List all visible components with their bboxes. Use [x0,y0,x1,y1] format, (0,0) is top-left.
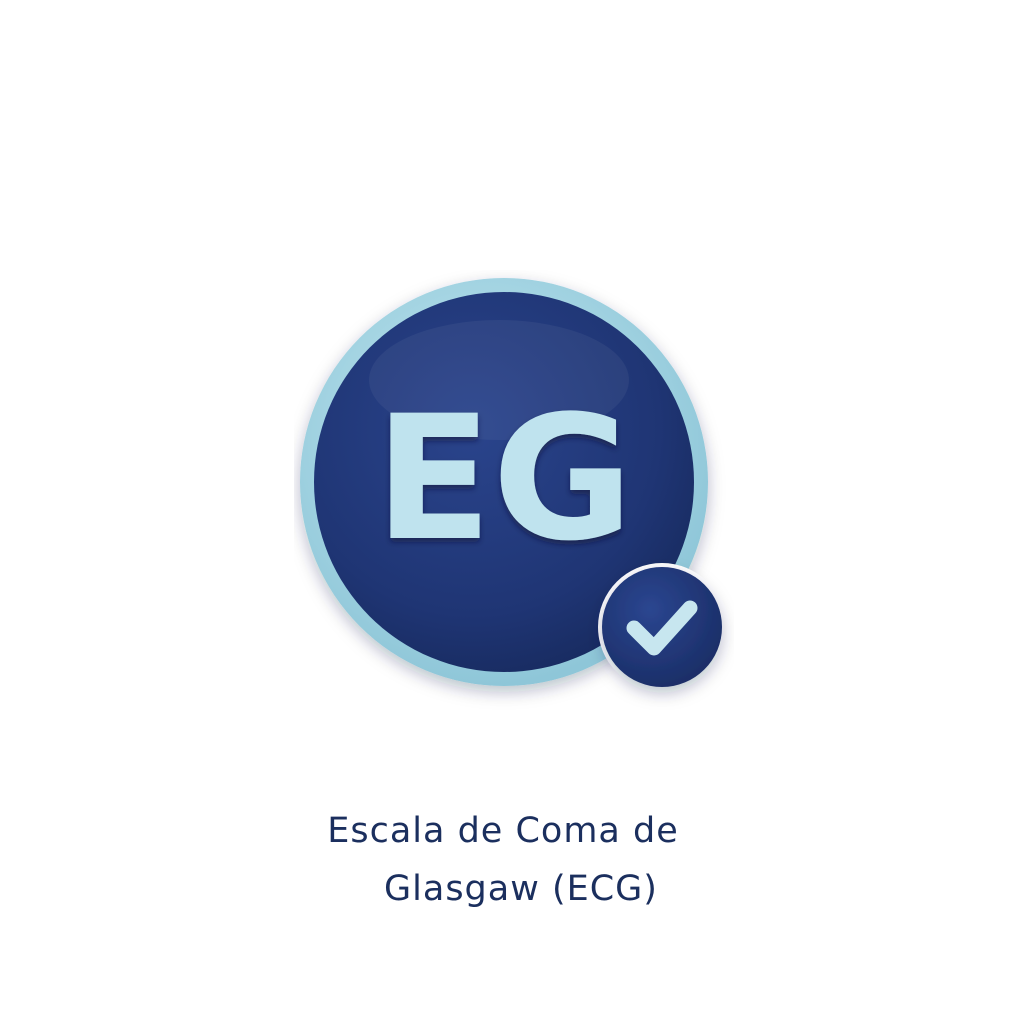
badge-initials: EG [375,378,634,579]
app-icon-canvas: EG Escala de Coma de Glasgaw (ECG) [0,0,1024,1024]
check-badge [598,563,726,691]
app-icon: EG [294,270,734,710]
caption-line-1: Escala de Coma de [327,811,679,851]
app-caption: Escala de Coma de Glasgaw (ECG) [262,802,762,918]
caption-line-2: Glasgaw (ECG) [384,869,658,909]
